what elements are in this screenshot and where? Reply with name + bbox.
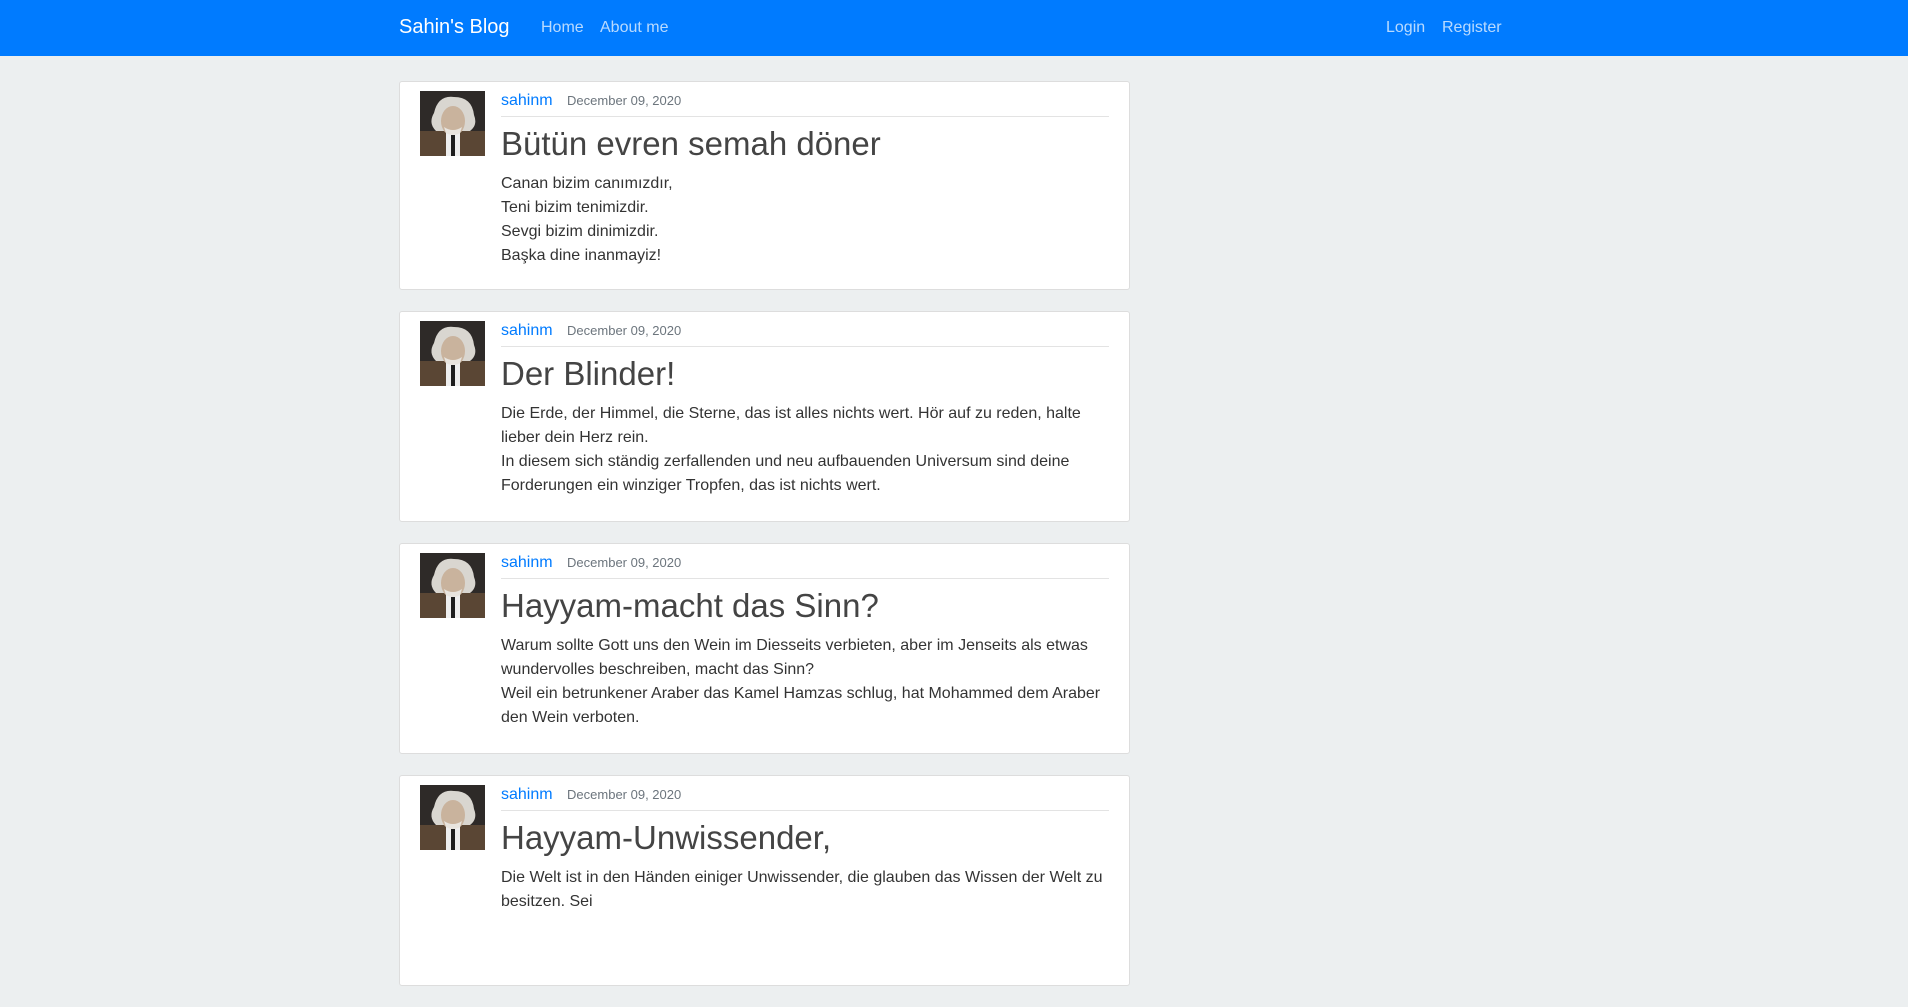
post-card: sahinm December 09, 2020 Der Blinder! Di…: [399, 311, 1130, 522]
nav-about-link[interactable]: About me: [600, 19, 668, 37]
author-avatar[interactable]: [420, 553, 485, 618]
post-content: Warum sollte Gott uns den Wein im Diesse…: [501, 637, 1101, 726]
post-card: sahinm December 09, 2020 Bütün evren sem…: [399, 81, 1130, 290]
post-date: December 09, 2020: [567, 787, 682, 802]
nav-register-link[interactable]: Register: [1442, 19, 1502, 37]
post-meta: sahinm December 09, 2020: [501, 91, 1109, 117]
post-body: sahinm December 09, 2020 Hayyam-macht da…: [501, 553, 1109, 727]
post-body: sahinm December 09, 2020 Der Blinder! Di…: [501, 321, 1109, 495]
nav-home-link[interactable]: Home: [541, 19, 584, 37]
post-card: sahinm December 09, 2020 Hayyam-Unwissen…: [399, 775, 1130, 986]
post-list: sahinm December 09, 2020 Bütün evren sem…: [399, 81, 1130, 1007]
nav-login-link[interactable]: Login: [1386, 19, 1425, 37]
top-navbar: Sahin's Blog Home About me Login Registe…: [0, 0, 1908, 56]
brand-link[interactable]: Sahin's Blog: [399, 16, 510, 39]
post-author-link[interactable]: sahinm: [501, 554, 553, 571]
author-avatar[interactable]: [420, 321, 485, 386]
post-content: Die Welt ist in den Händen einiger Unwis…: [501, 869, 1103, 910]
post-date: December 09, 2020: [567, 93, 682, 108]
post-card: sahinm December 09, 2020 Hayyam-macht da…: [399, 543, 1130, 754]
post-title[interactable]: Der Blinder!: [501, 353, 1109, 395]
post-body: sahinm December 09, 2020 Bütün evren sem…: [501, 91, 1109, 264]
post-title[interactable]: Hayyam-Unwissender,: [501, 817, 1109, 859]
post-date: December 09, 2020: [567, 555, 682, 570]
author-avatar[interactable]: [420, 785, 485, 850]
post-content: Die Erde, der Himmel, die Sterne, das is…: [501, 405, 1081, 494]
post-title[interactable]: Bütün evren semah döner: [501, 123, 1109, 165]
post-meta: sahinm December 09, 2020: [501, 553, 1109, 579]
post-author-link[interactable]: sahinm: [501, 786, 553, 803]
post-body: sahinm December 09, 2020 Hayyam-Unwissen…: [501, 785, 1109, 959]
author-avatar[interactable]: [420, 91, 485, 156]
post-title[interactable]: Hayyam-macht das Sinn?: [501, 585, 1109, 627]
post-date: December 09, 2020: [567, 323, 682, 338]
post-author-link[interactable]: sahinm: [501, 92, 553, 109]
post-meta: sahinm December 09, 2020: [501, 785, 1109, 811]
post-meta: sahinm December 09, 2020: [501, 321, 1109, 347]
post-author-link[interactable]: sahinm: [501, 322, 553, 339]
post-content: Canan bizim canımızdır, Teni bizim tenim…: [501, 175, 673, 264]
